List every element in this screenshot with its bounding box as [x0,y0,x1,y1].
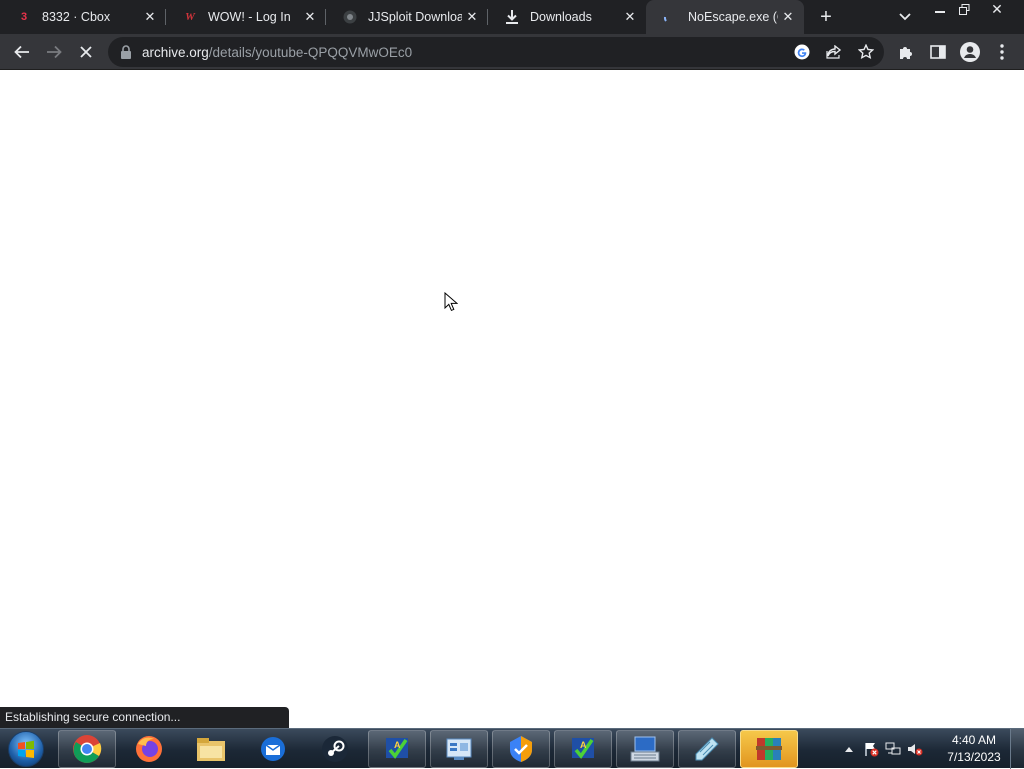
system-clock[interactable]: 4:40 AM 7/13/2023 [942,732,1006,766]
steam-icon[interactable] [306,730,364,768]
keyboard-app-icon[interactable] [616,730,674,768]
thunderbird-icon[interactable] [244,730,302,768]
stop-loading-button[interactable] [72,38,100,66]
file-explorer-icon[interactable] [182,730,240,768]
chrome-icon[interactable] [58,730,116,768]
show-desktop-button[interactable] [1010,729,1024,769]
new-tab-button[interactable]: + [814,6,838,28]
winrar-icon[interactable] [740,730,798,768]
network-icon[interactable] [882,738,904,760]
profile-icon [960,42,980,62]
svg-text:A: A [580,740,587,750]
menu-button[interactable] [988,38,1016,66]
volume-muted-icon[interactable] [904,738,926,760]
browser-toolbar: archive.org/details/youtube-QPQQVMwOEc0 [0,34,1024,70]
page-content [0,71,1024,728]
kebab-menu-icon [1000,44,1004,60]
arrow-right-icon [47,45,62,59]
google-lens-button[interactable] [791,41,813,63]
bookmark-button[interactable] [855,41,877,63]
tab-title: WOW! - Log In [208,10,291,24]
url-host: archive.org [142,45,209,60]
windows-logo-icon [8,731,44,767]
tab-downloads[interactable]: Downloads ✕ [488,0,646,34]
svg-text:A: A [394,740,401,750]
tab-strip: 3 8332 · Cbox ✕ W WOW! - Log In ✕ JJSplo… [0,0,1024,34]
close-icon[interactable]: ✕ [462,7,482,27]
puzzle-icon [900,47,912,59]
address-bar[interactable]: archive.org/details/youtube-QPQQVMwOEc0 [108,37,884,67]
tab-title: Downloads [530,10,592,24]
system-tray [838,729,926,769]
chevron-down-icon [899,13,911,21]
extensions-button[interactable] [892,38,920,66]
lock-icon[interactable] [120,45,132,59]
tab-title: 8332 · Cbox [42,10,111,24]
tab-title: NoEscape.exe (Cr [688,10,778,24]
clock-date: 7/13/2023 [947,750,1001,764]
restore-button[interactable] [950,0,978,18]
mouse-cursor-icon [444,292,458,312]
tab-noescape[interactable]: NoEscape.exe (Cr ✕ [646,0,804,34]
close-icon[interactable]: ✕ [300,7,320,27]
close-window-button[interactable]: ✕ [980,0,1014,18]
google-icon [794,44,810,60]
share-icon [826,45,842,59]
chevron-up-icon [845,747,853,752]
arrow-left-icon [14,45,29,59]
forward-button[interactable] [40,38,68,66]
tab-cbox[interactable]: 3 8332 · Cbox ✕ [0,0,166,34]
windows-taskbar: A A 4:40 AM 7/13/2023 [0,728,1024,769]
tab-title: JJSploit Downloac [368,10,462,24]
close-icon[interactable]: ✕ [778,7,798,27]
tab-wow[interactable]: W WOW! - Log In ✕ [166,0,326,34]
security-shield-icon[interactable] [492,730,550,768]
stop-icon [80,46,92,58]
clock-time: 4:40 AM [951,733,997,747]
tab-jjsploit[interactable]: JJSploit Downloac ✕ [326,0,488,34]
firefox-icon[interactable] [120,730,178,768]
back-button[interactable] [8,38,36,66]
side-panel-button[interactable] [924,38,952,66]
star-icon [858,44,874,60]
status-bubble: Establishing secure connection... [0,707,289,728]
jjsploit-icon [342,9,358,25]
control-panel-icon[interactable] [430,730,488,768]
tab-search-button[interactable] [894,7,916,27]
close-icon[interactable]: ✕ [140,7,160,27]
url-text[interactable]: archive.org/details/youtube-QPQQVMwOEc0 [142,45,412,60]
action-center-flag-icon[interactable] [860,738,882,760]
checker-app-icon-2[interactable]: A [554,730,612,768]
start-button[interactable] [4,730,48,768]
close-icon[interactable]: ✕ [620,7,640,27]
download-icon [504,9,520,25]
profile-button[interactable] [956,38,984,66]
loading-spinner-icon [662,9,678,25]
cbox-icon: 3 [20,11,28,23]
side-panel-icon [930,45,946,59]
checker-app-icon[interactable]: A [368,730,426,768]
wow-icon: W [185,11,195,23]
share-button[interactable] [823,41,845,63]
show-hidden-icons-button[interactable] [838,738,860,760]
url-path: /details/youtube-QPQQVMwOEc0 [208,45,413,60]
notepad-icon[interactable] [678,730,736,768]
